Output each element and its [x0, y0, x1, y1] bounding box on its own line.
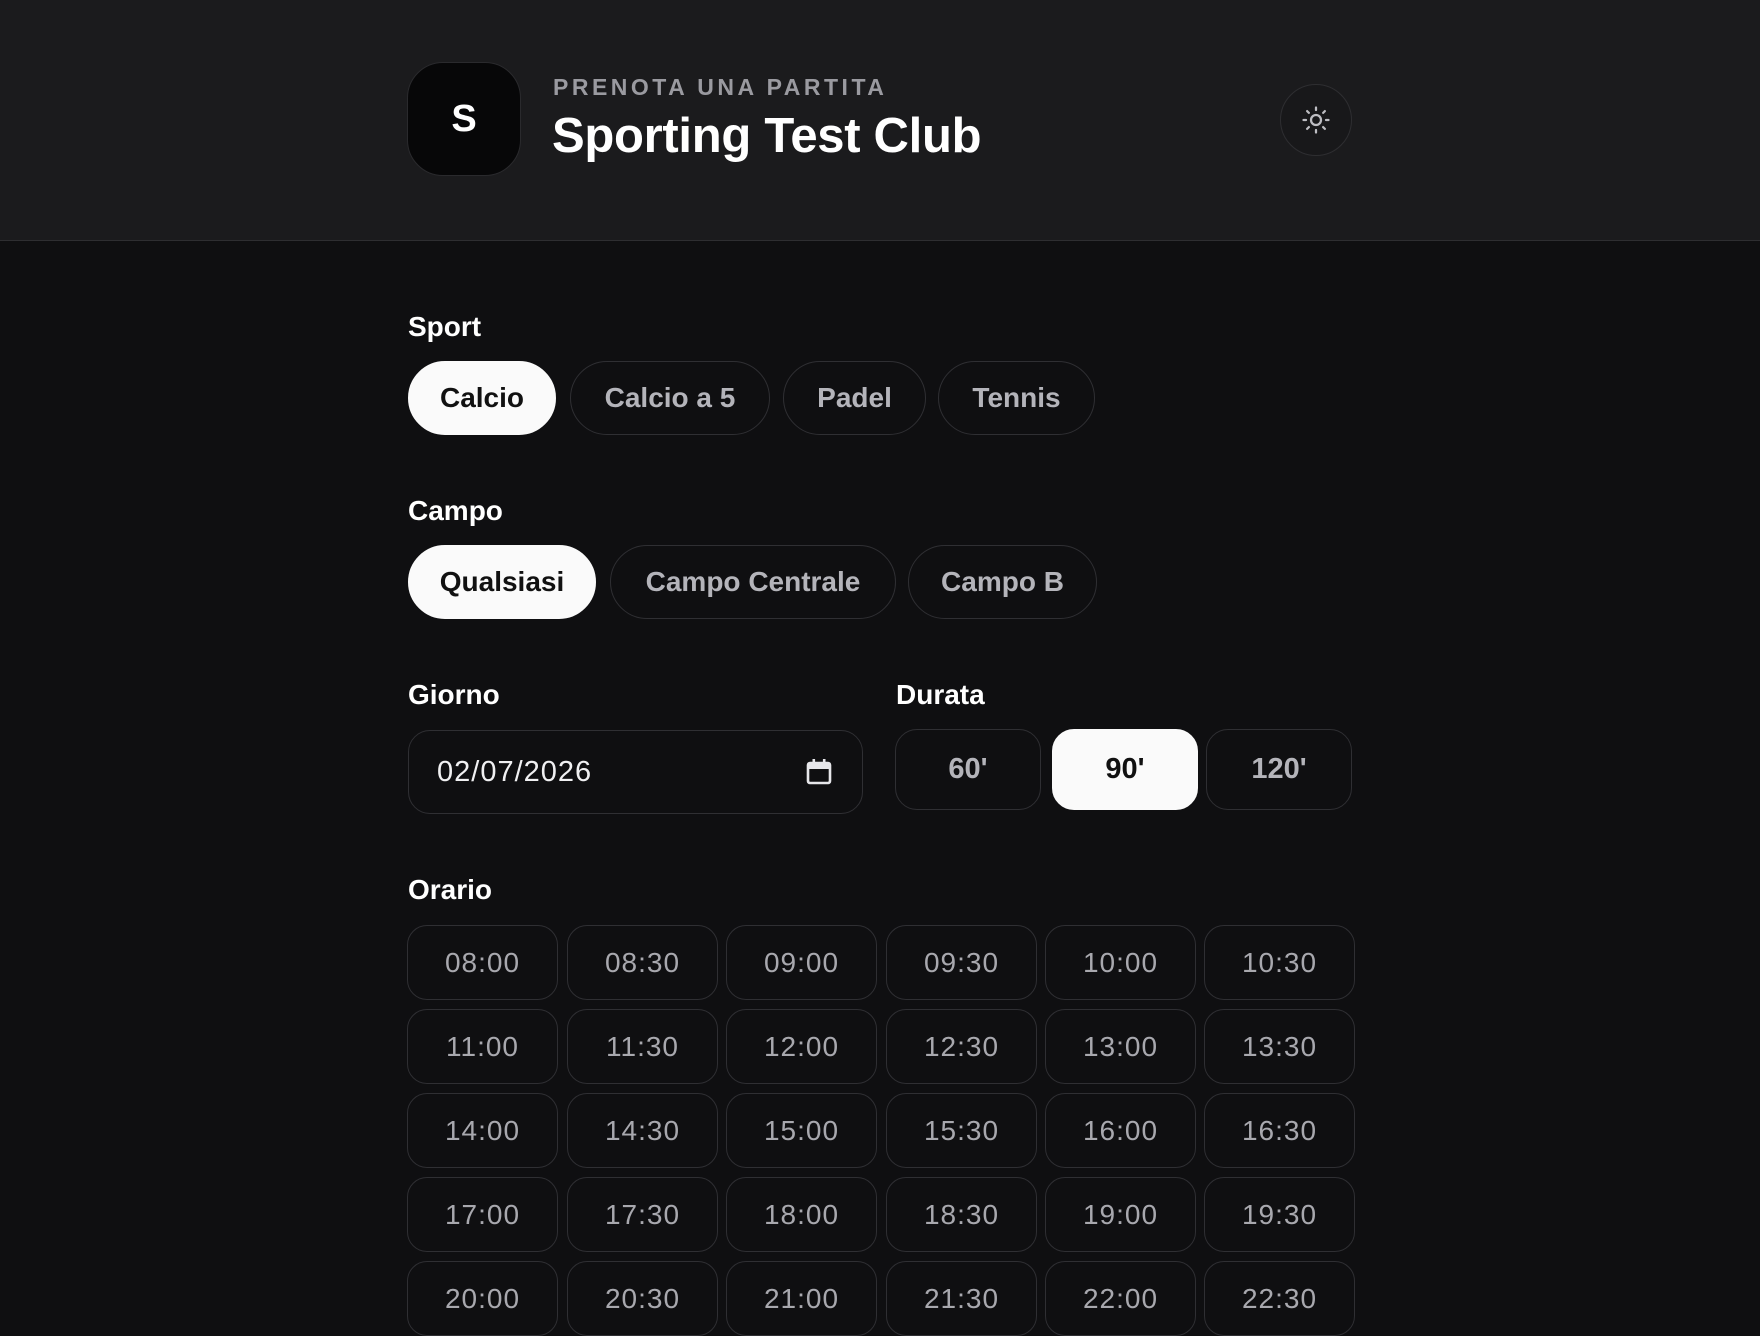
durata-label: Durata: [896, 679, 985, 710]
time-slot-button[interactable]: 17:00: [407, 1177, 558, 1252]
time-slot-button[interactable]: 16:30: [1204, 1093, 1355, 1168]
sun-icon: [1302, 106, 1330, 134]
sport-option-calcio[interactable]: Calcio: [408, 361, 556, 435]
sport-option-padel[interactable]: Padel: [783, 361, 926, 435]
time-slot-button[interactable]: 14:00: [407, 1093, 558, 1168]
time-slot-button[interactable]: 10:30: [1204, 925, 1355, 1000]
club-logo: S: [407, 62, 521, 176]
campo-option-qualsiasi[interactable]: Qualsiasi: [408, 545, 596, 619]
date-input[interactable]: 02/07/2026: [408, 730, 863, 814]
time-slot-button[interactable]: 20:30: [567, 1261, 718, 1336]
time-slot-button[interactable]: 09:00: [726, 925, 877, 1000]
time-slot-button[interactable]: 18:00: [726, 1177, 877, 1252]
duration-option-90[interactable]: 90': [1052, 729, 1198, 810]
time-slot-button[interactable]: 18:30: [886, 1177, 1037, 1252]
time-slot-button[interactable]: 22:00: [1045, 1261, 1196, 1336]
time-slot-button[interactable]: 19:00: [1045, 1177, 1196, 1252]
time-slot-button[interactable]: 17:30: [567, 1177, 718, 1252]
time-slot-button[interactable]: 15:30: [886, 1093, 1037, 1168]
time-slot-button[interactable]: 22:30: [1204, 1261, 1355, 1336]
time-slot-button[interactable]: 08:30: [567, 925, 718, 1000]
sport-label: Sport: [408, 311, 482, 342]
time-slot-button[interactable]: 14:30: [567, 1093, 718, 1168]
campo-label: Campo: [408, 495, 503, 526]
calendar-icon[interactable]: [806, 758, 832, 786]
time-slot-button[interactable]: 10:00: [1045, 925, 1196, 1000]
time-slot-button[interactable]: 16:00: [1045, 1093, 1196, 1168]
giorno-label: Giorno: [408, 679, 500, 710]
header: S PRENOTA UNA PARTITA Sporting Test Club: [0, 0, 1760, 241]
theme-toggle-button[interactable]: [1280, 84, 1352, 156]
page-kicker: PRENOTA UNA PARTITA: [553, 74, 888, 100]
sport-option-calcio-a-5[interactable]: Calcio a 5: [570, 361, 770, 435]
time-slot-button[interactable]: 12:30: [886, 1009, 1037, 1084]
orario-label: Orario: [408, 874, 493, 905]
club-logo-letter: S: [451, 97, 477, 140]
time-slot-button[interactable]: 08:00: [407, 925, 558, 1000]
time-slot-button[interactable]: 20:00: [407, 1261, 558, 1336]
page-title: Sporting Test Club: [552, 109, 982, 163]
campo-option-campo-centrale[interactable]: Campo Centrale: [610, 545, 896, 619]
time-slot-button[interactable]: 15:00: [726, 1093, 877, 1168]
time-slot-button[interactable]: 21:00: [726, 1261, 877, 1336]
date-value: 02/07/2026: [437, 755, 593, 788]
time-slot-button[interactable]: 12:00: [726, 1009, 877, 1084]
duration-option-120[interactable]: 120': [1206, 729, 1352, 810]
sport-option-tennis[interactable]: Tennis: [938, 361, 1095, 435]
duration-option-60[interactable]: 60': [895, 729, 1041, 810]
campo-option-campo-b[interactable]: Campo B: [908, 545, 1097, 619]
time-slot-button[interactable]: 13:00: [1045, 1009, 1196, 1084]
time-slot-button[interactable]: 13:30: [1204, 1009, 1355, 1084]
time-slot-button[interactable]: 21:30: [886, 1261, 1037, 1336]
time-slot-button[interactable]: 19:30: [1204, 1177, 1355, 1252]
time-slot-button[interactable]: 11:30: [567, 1009, 718, 1084]
time-slot-button[interactable]: 09:30: [886, 925, 1037, 1000]
time-slot-button[interactable]: 11:00: [407, 1009, 558, 1084]
